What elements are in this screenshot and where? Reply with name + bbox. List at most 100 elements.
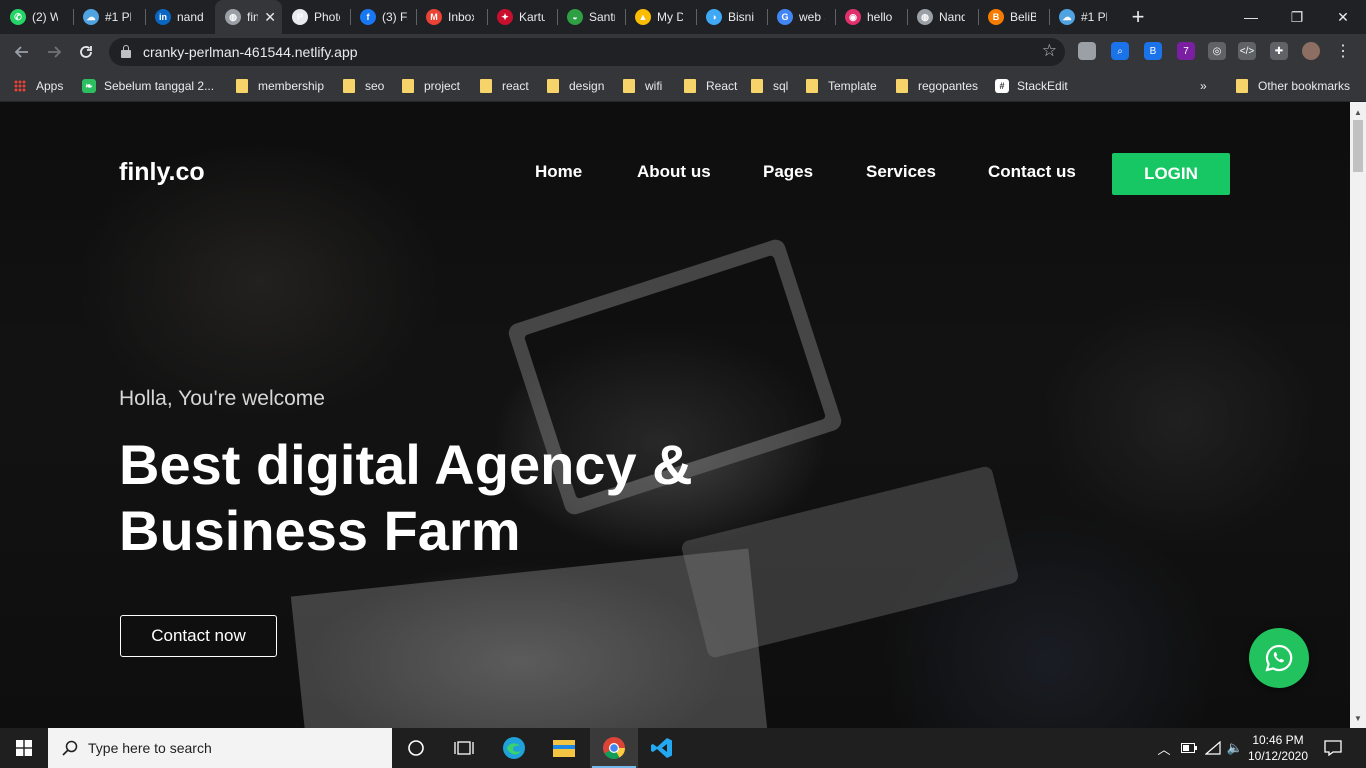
bookmark-item[interactable]: react (480, 76, 529, 96)
browser-tab[interactable]: ◉ hello (835, 0, 907, 34)
browser-tab[interactable]: ◍ fin ✕ (215, 0, 282, 34)
tray-overflow-button[interactable]: ︿ (1154, 728, 1174, 768)
taskbar-search-box[interactable]: Type here to search (48, 728, 392, 768)
bookmark-item[interactable]: regopantes (896, 76, 978, 96)
scroll-thumb[interactable] (1353, 120, 1363, 172)
extension-badge-icon[interactable]: 7 (1177, 42, 1195, 60)
scroll-up-arrow-icon[interactable]: ▲ (1350, 104, 1366, 120)
bookmark-item[interactable]: ❧ Sebelum tanggal 2... (82, 76, 214, 96)
bookmark-star-icon[interactable]: ☆ (1042, 41, 1057, 61)
lock-icon (121, 45, 131, 58)
bookmarks-bar: » Other bookmarks Apps ❧ Sebelum tanggal 2… (0, 70, 1366, 102)
minimize-button[interactable]: — (1228, 0, 1274, 34)
battery-tray-icon[interactable] (1178, 728, 1200, 768)
browser-tab[interactable]: M Inbox (416, 0, 487, 34)
tab-title: Nand (939, 10, 965, 24)
maximize-button[interactable]: ❐ (1274, 0, 1320, 34)
nav-about-us[interactable]: About us (637, 162, 711, 182)
wifi-icon (1205, 741, 1221, 755)
browser-tab[interactable]: ☁ #1 Pla (73, 0, 145, 34)
nav-contact-us[interactable]: Contact us (988, 162, 1076, 182)
notifications-button[interactable] (1318, 728, 1348, 768)
new-tab-button[interactable]: + (1121, 0, 1155, 34)
close-tab-icon[interactable]: ✕ (264, 9, 276, 26)
hero-headline-line-1: Best digital Agency & (119, 433, 693, 496)
browser-tab[interactable]: ✆ (2) Wh (0, 0, 73, 34)
bookmark-item[interactable]: React (684, 76, 737, 96)
file-explorer-button[interactable] (540, 728, 588, 768)
login-button[interactable]: LOGIN (1112, 153, 1230, 195)
other-bookmarks-label: Other bookmarks (1258, 79, 1351, 93)
tab-title: fin (247, 10, 259, 24)
cortana-button[interactable] (392, 728, 440, 768)
extension-search-icon[interactable]: ⌕ (1111, 42, 1129, 60)
bookmark-item[interactable]: sql (751, 76, 788, 96)
battery-icon (1181, 743, 1197, 753)
vscode-icon (651, 738, 672, 758)
nav-services[interactable]: Services (866, 162, 936, 182)
page-scrollbar[interactable]: ▲ ▼ (1350, 102, 1366, 728)
task-view-icon (454, 741, 474, 755)
browser-tab[interactable]: ✦ Kartu (487, 0, 557, 34)
task-view-button[interactable] (440, 728, 488, 768)
forward-button[interactable] (38, 36, 70, 68)
browser-tab[interactable]: f (3) Fa (350, 0, 416, 34)
whatsapp-icon: ✆ (10, 9, 26, 25)
extension-code-icon[interactable]: </> (1238, 42, 1256, 60)
browser-tab[interactable]: ◒ Santr (557, 0, 625, 34)
browser-tab[interactable]: Gweb a (767, 0, 835, 34)
bookmark-item[interactable]: design (547, 76, 604, 96)
close-window-button[interactable]: ✕ (1320, 0, 1366, 34)
menu-kebab-icon[interactable]: ⋮ (1334, 42, 1352, 60)
other-bookmarks-folder[interactable]: Other bookmarks (1236, 76, 1350, 96)
bookmarks-overflow-button[interactable]: » (1200, 76, 1207, 96)
volume-muted-icon: 🔈 (1226, 740, 1244, 755)
bookmark-item[interactable]: membership (236, 76, 324, 96)
bookmark-item[interactable]: wifi (623, 76, 662, 96)
arrow-left-icon (14, 46, 28, 58)
profile-avatar[interactable] (1302, 42, 1320, 60)
bookmark-item[interactable]: project (402, 76, 460, 96)
taskbar-clock[interactable]: 10:46 PM 10/12/2020 (1246, 732, 1310, 764)
browser-tab[interactable]: ▲ My Dr (625, 0, 696, 34)
wifi-tray-icon[interactable] (1202, 728, 1224, 768)
address-bar[interactable]: cranky-perlman-461544.netlify.app ☆ (109, 38, 1065, 66)
scroll-down-arrow-icon[interactable]: ▼ (1350, 710, 1366, 726)
back-button[interactable] (6, 36, 38, 68)
extension-ghost-icon[interactable] (1078, 42, 1096, 60)
bookmark-label: wifi (645, 79, 663, 93)
bookmark-item[interactable]: seo (343, 76, 384, 96)
contact-now-button[interactable]: Contact now (120, 615, 277, 657)
arrow-right-icon (48, 46, 62, 58)
nav-home[interactable]: Home (535, 162, 582, 182)
volume-tray-icon[interactable]: 🔈 (1224, 728, 1246, 768)
tab-title: My Dr (657, 10, 683, 24)
chrome-taskbar-button[interactable] (590, 728, 638, 768)
linkedin-icon: in (155, 9, 171, 25)
chevron-up-icon: ︿ (1157, 741, 1171, 757)
bookmark-label: React (706, 79, 738, 93)
bookmark-item[interactable]: Template (806, 76, 877, 96)
folder-icon (236, 79, 248, 93)
browser-tab[interactable]: ◍ Nand (907, 0, 978, 34)
extensions-puzzle-icon[interactable]: ✚ (1270, 42, 1288, 60)
browser-tab[interactable]: ☁ #1 Pla (1049, 0, 1117, 34)
bookmark-item[interactable]: # StackEdit (995, 76, 1068, 96)
tab-title: #1 Pla (105, 10, 131, 24)
whatsapp-chat-button[interactable] (1249, 628, 1309, 688)
start-button[interactable] (0, 728, 48, 768)
reload-button[interactable] (70, 36, 102, 68)
browser-tab[interactable]: B BeliBe (978, 0, 1049, 34)
edge-button[interactable] (490, 728, 538, 768)
extension-target-icon[interactable]: ◎ (1208, 42, 1226, 60)
site-logo[interactable]: finly.co (119, 158, 205, 187)
nav-pages[interactable]: Pages (763, 162, 813, 182)
extension-translate-icon[interactable]: B (1144, 42, 1162, 60)
windows-logo-icon (16, 740, 32, 756)
browser-tab[interactable]: P Photo (282, 0, 350, 34)
vscode-button[interactable] (638, 728, 686, 768)
bookmark-item[interactable]: Apps (14, 76, 63, 96)
bookmark-label: StackEdit (1017, 79, 1068, 93)
browser-tab[interactable]: innanda (145, 0, 215, 34)
browser-tab[interactable]: ◑ Bisnis (696, 0, 767, 34)
